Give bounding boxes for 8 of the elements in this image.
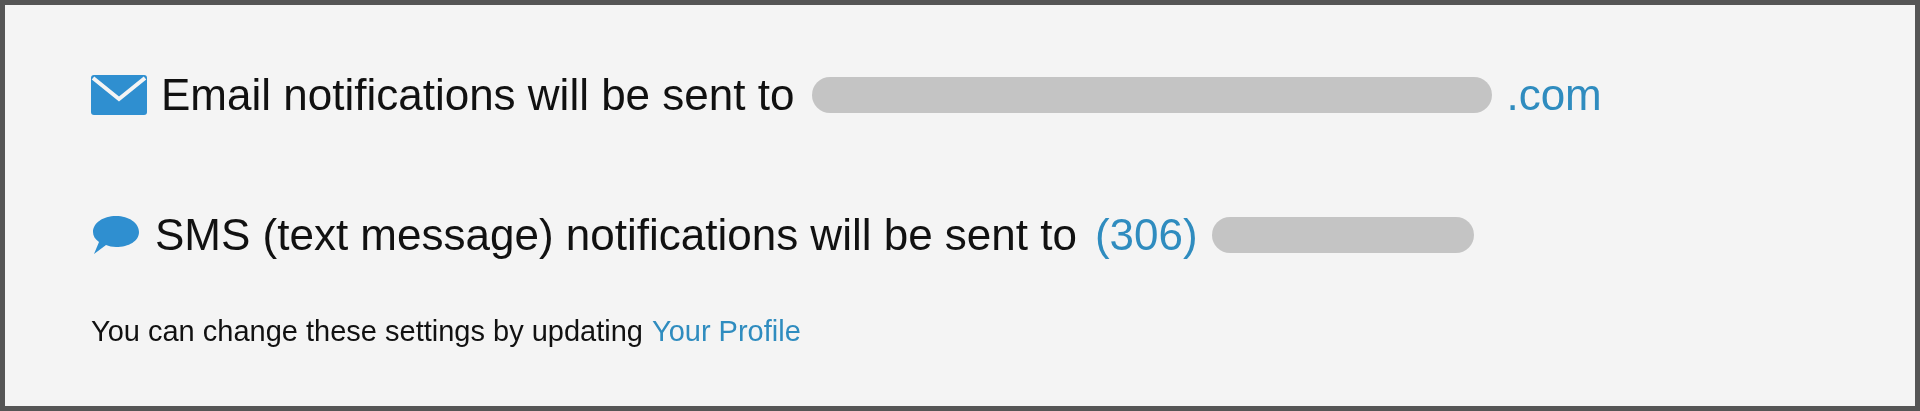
profile-link[interactable]: Your Profile xyxy=(651,315,801,348)
contact-link[interactable]: (306) xyxy=(1094,210,1198,260)
notification-text: SMS (text message) notifications will be sent to xyxy=(155,210,1077,260)
speech-bubble-icon xyxy=(91,214,141,256)
contact-link[interactable]: .com xyxy=(1506,70,1602,120)
footer-text: You can change these settings by updating xyxy=(91,315,643,348)
notification-text: Email notifications will be sent to xyxy=(161,70,795,120)
envelope-icon xyxy=(91,75,147,115)
